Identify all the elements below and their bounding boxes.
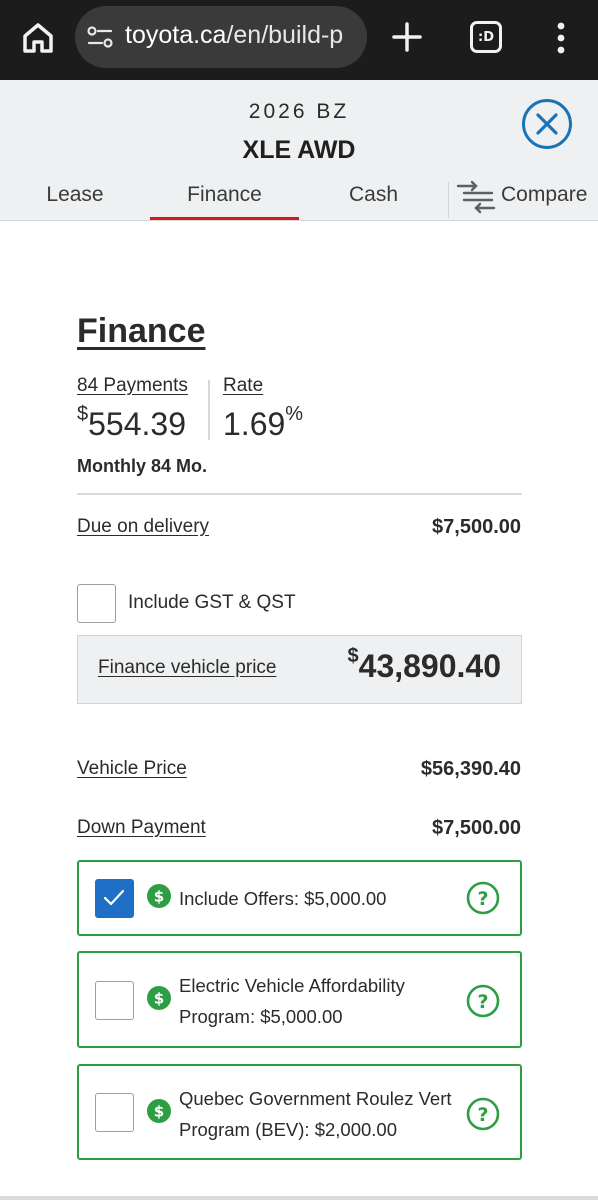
dollar-icon: $ xyxy=(147,884,171,908)
rate-link[interactable]: Rate xyxy=(223,375,263,397)
rate-separator xyxy=(208,380,210,440)
term-note: Monthly 84 Mo. xyxy=(77,456,207,476)
due-on-delivery-link[interactable]: Due on delivery xyxy=(77,516,209,538)
vehicle-price-value: $56,390.40 xyxy=(420,758,521,780)
offer-line: Program: $5,000.00 xyxy=(179,1006,343,1027)
page-bottom-border xyxy=(0,1196,598,1200)
help-icon[interactable]: ? xyxy=(466,881,500,915)
down-payment-value: $7,500.00 xyxy=(432,817,521,839)
close-icon[interactable] xyxy=(521,98,573,150)
new-tab-icon[interactable] xyxy=(390,20,424,54)
gst-checkbox[interactable] xyxy=(77,584,116,623)
offer-line: Include Offers: $5,000.00 xyxy=(179,888,387,909)
model-trim: XLE AWD xyxy=(242,136,356,164)
offer-card: $ Quebec Government Roulez Vert Program … xyxy=(77,1064,522,1160)
finance-vehicle-price-link[interactable]: Finance vehicle price xyxy=(98,657,276,679)
address-bar[interactable]: toyota.ca/en/build-p xyxy=(75,6,367,68)
divider xyxy=(77,493,522,495)
tab-cash[interactable]: Cash xyxy=(299,180,448,220)
rate-value: 1.69% xyxy=(223,403,304,443)
finance-vehicle-price-box: Finance vehicle price $43,890.40 xyxy=(77,635,522,704)
tab-compare[interactable]: Compare xyxy=(448,180,598,220)
offer-text: Quebec Government Roulez Vert Program (B… xyxy=(179,1083,452,1145)
svg-text:?: ? xyxy=(477,888,488,910)
vehicle-price-link[interactable]: Vehicle Price xyxy=(77,758,187,780)
dollar-icon: $ xyxy=(147,986,171,1010)
finance-vehicle-price-value: $43,890.40 xyxy=(347,645,501,685)
offer-line: Quebec Government Roulez Vert xyxy=(179,1088,452,1109)
offer-card: $ Electric Vehicle Affordability Program… xyxy=(77,951,522,1048)
url-host: toyota.ca xyxy=(125,21,227,49)
rate-unit: % xyxy=(285,403,304,425)
svg-text:?: ? xyxy=(477,1104,488,1126)
offer-text: Include Offers: $5,000.00 xyxy=(179,883,386,914)
offer-text: Electric Vehicle Affordability Program: … xyxy=(179,970,405,1032)
url-path: /en/build-p xyxy=(226,21,344,49)
down-payment-link[interactable]: Down Payment xyxy=(77,817,206,839)
section-title: Finance xyxy=(77,312,206,350)
model-name: 2026 BZ xyxy=(248,100,350,123)
browser-toolbar: toyota.ca/en/build-p :D xyxy=(0,0,598,80)
svg-text:?: ? xyxy=(477,991,488,1013)
payment-currency: $ xyxy=(77,403,89,425)
offer-checkbox[interactable] xyxy=(95,981,134,1020)
dollar-icon: $ xyxy=(147,1099,171,1123)
tab-finance[interactable]: Finance xyxy=(150,180,299,220)
url-text[interactable]: toyota.ca/en/build-p xyxy=(125,21,343,50)
offer-line: Program (BEV): $2,000.00 xyxy=(179,1119,397,1140)
checkmark-icon xyxy=(103,889,125,906)
more-menu-icon[interactable] xyxy=(546,20,576,56)
monthly-payment-value: $554.39 xyxy=(77,403,186,443)
tab-lease[interactable]: Lease xyxy=(0,180,150,220)
svg-text:$: $ xyxy=(154,1103,164,1121)
price-amount: 43,890.40 xyxy=(358,648,501,684)
tab-switcher-button[interactable]: :D xyxy=(470,21,502,53)
due-on-delivery-value: $7,500.00 xyxy=(432,516,521,538)
svg-text:$: $ xyxy=(154,888,164,906)
help-icon[interactable]: ? xyxy=(466,984,500,1018)
price-currency: $ xyxy=(347,645,359,667)
rate-number: 1.69 xyxy=(223,406,286,442)
offer-card: $ Include Offers: $5,000.00 ? xyxy=(77,860,522,936)
svg-text:$: $ xyxy=(154,990,164,1008)
site-settings-icon[interactable] xyxy=(87,26,113,48)
offer-checkbox[interactable] xyxy=(95,879,134,918)
gst-label: Include GST & QST xyxy=(128,592,296,613)
home-icon[interactable] xyxy=(18,18,58,58)
payments-link[interactable]: 84 Payments xyxy=(77,375,188,397)
offer-line: Electric Vehicle Affordability xyxy=(179,975,405,996)
payment-amount: 554.39 xyxy=(88,406,186,442)
help-icon[interactable]: ? xyxy=(466,1097,500,1131)
offer-checkbox[interactable] xyxy=(95,1093,134,1132)
